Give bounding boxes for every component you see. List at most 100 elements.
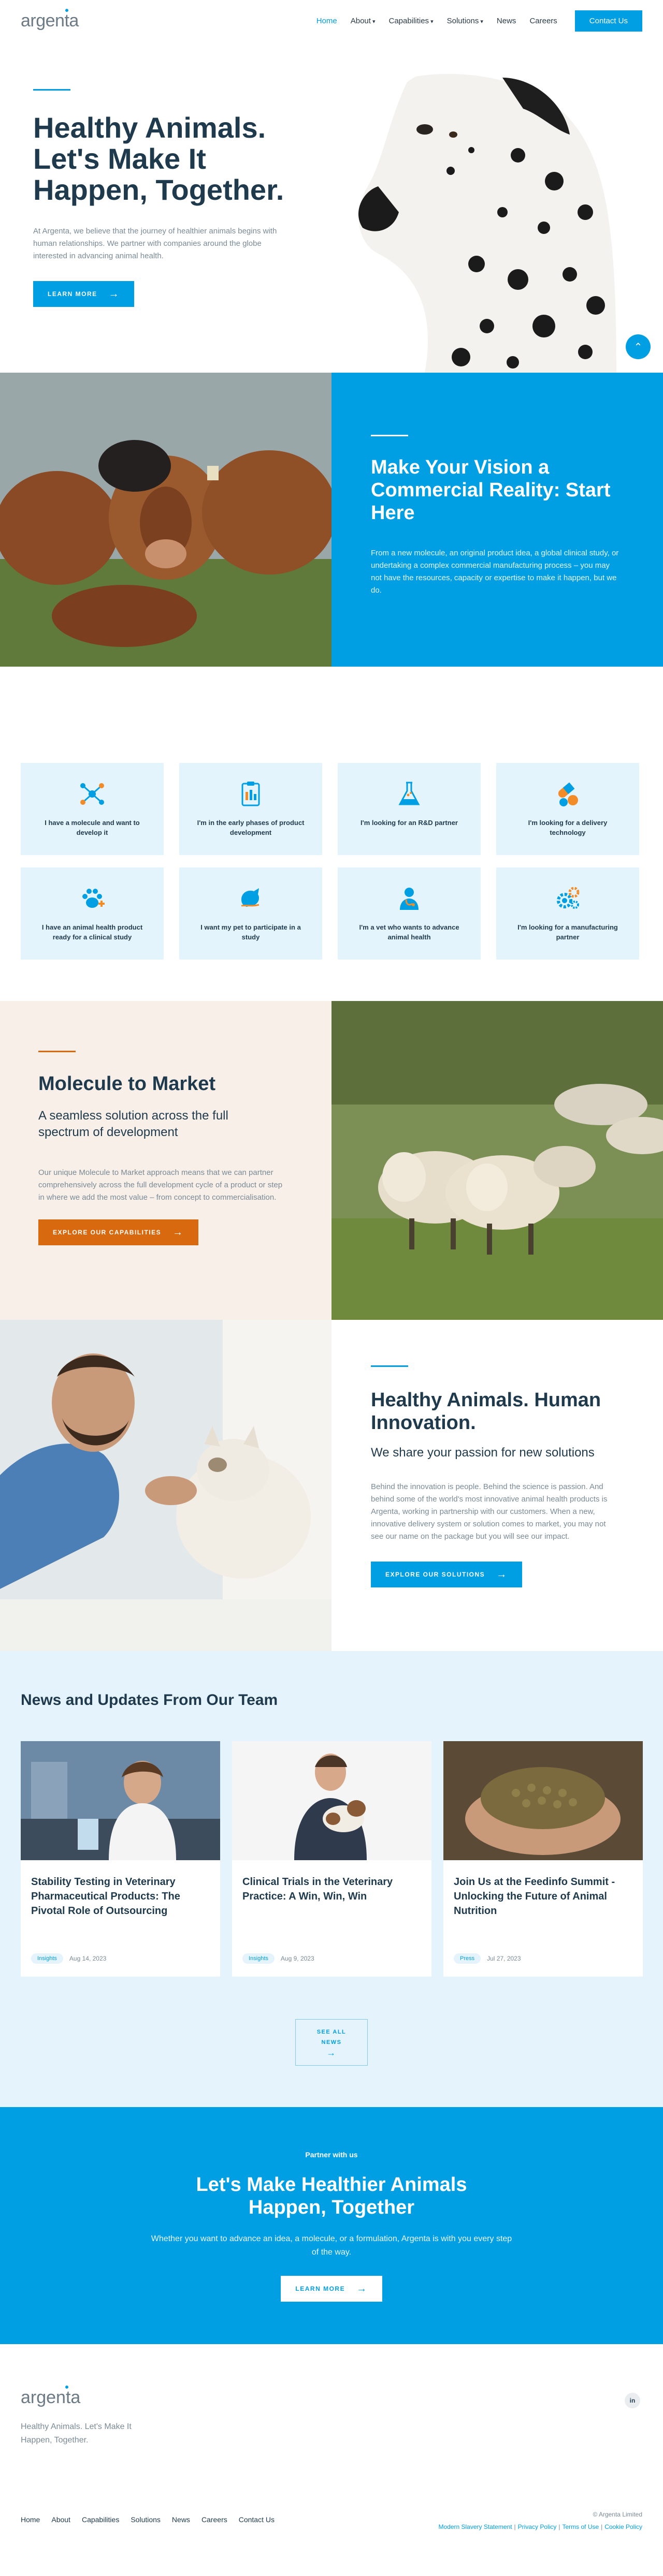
molecule-subtitle: A seamless solution across the full spec… [38,1109,228,1139]
innovation-section: Healthy Animals. Human Innovation. We sh… [0,1320,663,1651]
footer-logo-text: argenta [21,2388,81,2407]
vet-icon [393,882,426,915]
nav-home[interactable]: Home [316,17,337,25]
partner-learn-more-label: Learn More [295,2285,345,2292]
partner-section: Partner with us Let's Make Healthier Ani… [0,2107,663,2344]
hero-accent-line [33,89,70,91]
contact-us-button[interactable]: Contact Us [574,10,642,32]
hero-section: Healthy Animals. Let's Make It Happen, T… [0,41,663,373]
learn-more-label: Learn More [48,290,97,298]
see-all-news-button[interactable]: SEE ALL NEWS → [295,2019,368,2066]
footer-link-careers[interactable]: Careers [201,2515,227,2524]
news-date: Jul 27, 2023 [487,1955,521,1962]
vet-with-dog-image [232,1741,431,1860]
logo-dot [65,2386,68,2389]
lab-scientist-image [21,1741,220,1860]
nav-careers[interactable]: Careers [529,17,557,25]
argenta-logo[interactable]: argenta [21,8,79,31]
footer-link-capabilities[interactable]: Capabilities [82,2515,119,2524]
news-title: Join Us at the Feedinfo Summit - Unlocki… [454,1876,615,1917]
partner-learn-more-button[interactable]: Learn More → [281,2276,382,2302]
news-grid: Stability Testing in Veterinary Pharmace… [21,1741,643,1977]
card-vet[interactable]: I'm a vet who wants to advance animal he… [338,867,481,960]
explore-solutions-button[interactable]: Explore Our Solutions → [371,1562,522,1587]
molecule-icon [76,777,109,811]
footer-link-contact[interactable]: Contact Us [239,2515,275,2524]
card-delivery-technology[interactable]: I'm looking for a delivery technology [496,763,639,855]
cattle-image [0,373,332,667]
footer-link-solutions[interactable]: Solutions [131,2515,161,2524]
arrow-right-icon: → [172,1226,184,1238]
footer-link-news[interactable]: News [172,2515,190,2524]
separator: | [601,2523,603,2530]
explore-capabilities-label: Explore Our Capabilities [53,1229,162,1236]
news-card[interactable]: Join Us at the Feedinfo Summit - Unlocki… [443,1741,643,1977]
hero-title: Healthy Animals. Let's Make It Happen, T… [33,111,284,206]
footer-nav: Home About Capabilities Solutions News C… [21,2515,275,2524]
see-all-label-line2: NEWS [321,2039,342,2045]
copyright: © Argenta Limited [593,2511,642,2518]
privacy-policy-link[interactable]: Privacy Policy [518,2523,557,2530]
vision-section: Make Your Vision a Commercial Reality: S… [0,373,663,667]
news-meta: Press Jul 27, 2023 [443,1953,643,1964]
learn-more-button[interactable]: Learn More → [33,281,135,307]
nav-news[interactable]: News [497,17,516,25]
card-manufacturing[interactable]: I'm looking for a manufacturing partner [496,867,639,960]
hero-body: At Argenta, we believe that the journey … [33,227,277,260]
scroll-up-button[interactable]: ⌃ [626,334,651,359]
explore-capabilities-button[interactable]: Explore Our Capabilities → [38,1219,198,1245]
news-title: Clinical Trials in the Veterinary Practi… [242,1876,393,1902]
logo-text: argenta [21,10,79,31]
news-card[interactable]: Clinical Trials in the Veterinary Practi… [232,1741,431,1977]
paw-icon [76,882,109,915]
card-label: I'm looking for an R&D partner [361,819,458,827]
category-tag[interactable]: Insights [31,1953,63,1964]
news-heading: News and Updates From Our Team [21,1691,278,1709]
nav-capabilities[interactable]: Capabilities [389,17,434,25]
card-label: I have an animal health product ready fo… [41,923,143,941]
card-molecule[interactable]: I have a molecule and want to develop it [21,763,164,855]
card-label: I have a molecule and want to develop it [45,819,140,836]
see-all-label-line1: SEE ALL [316,2029,347,2035]
molecule-panel: Molecule to Market A seamless solution a… [0,1001,332,1320]
modern-slavery-link[interactable]: Modern Slavery Statement [438,2523,512,2530]
nav-about[interactable]: About [351,17,376,25]
category-tag[interactable]: Press [454,1953,481,1964]
card-rd-partner[interactable]: I'm looking for an R&D partner [338,763,481,855]
flask-icon [393,777,426,811]
main-nav: Home About Capabilities Solutions News C… [316,10,642,32]
separator: | [514,2523,516,2530]
dalmatian-image [347,57,627,373]
pathway-cards: I have a molecule and want to develop it… [0,667,663,1001]
news-date: Aug 14, 2023 [69,1955,107,1962]
card-clinical-study[interactable]: I have an animal health product ready fo… [21,867,164,960]
card-early-phase[interactable]: I'm in the early phases of product devel… [179,763,322,855]
card-pet-study[interactable]: I want my pet to participate in a study [179,867,322,960]
legal-links: Modern Slavery Statement | Privacy Policy… [438,2523,642,2530]
vision-title: Make Your Vision a Commercial Reality: S… [371,457,611,524]
card-label: I'm looking for a delivery technology [528,819,608,836]
card-label: I want my pet to participate in a study [200,923,301,941]
footer-link-about[interactable]: About [51,2515,70,2524]
news-card[interactable]: Stability Testing in Veterinary Pharmace… [21,1741,220,1977]
news-meta: Insights Aug 9, 2023 [232,1953,431,1964]
footer-link-home[interactable]: Home [21,2515,40,2524]
innovation-subtitle: We share your passion for new solutions [371,1446,595,1460]
sheep-image [332,1001,663,1320]
cookie-policy-link[interactable]: Cookie Policy [604,2523,642,2530]
terms-of-use-link[interactable]: Terms of Use [562,2523,599,2530]
logo-dot [65,8,68,12]
nav-solutions[interactable]: Solutions [447,17,483,25]
capsule-icon [551,777,584,811]
molecule-accent-line [38,1051,76,1052]
footer-logo[interactable]: argenta [21,2386,81,2408]
partner-body: Whether you want to advance an idea, a m… [151,2234,512,2257]
linkedin-icon[interactable]: in [625,2393,640,2408]
separator: | [558,2523,560,2530]
vision-accent-line [371,435,408,436]
innovation-panel: Healthy Animals. Human Innovation. We sh… [332,1320,663,1651]
vet-with-cat-image [0,1320,332,1651]
innovation-body: Behind the innovation is people. Behind … [371,1482,608,1541]
vision-body: From a new molecule, an original product… [371,549,619,595]
category-tag[interactable]: Insights [242,1953,275,1964]
